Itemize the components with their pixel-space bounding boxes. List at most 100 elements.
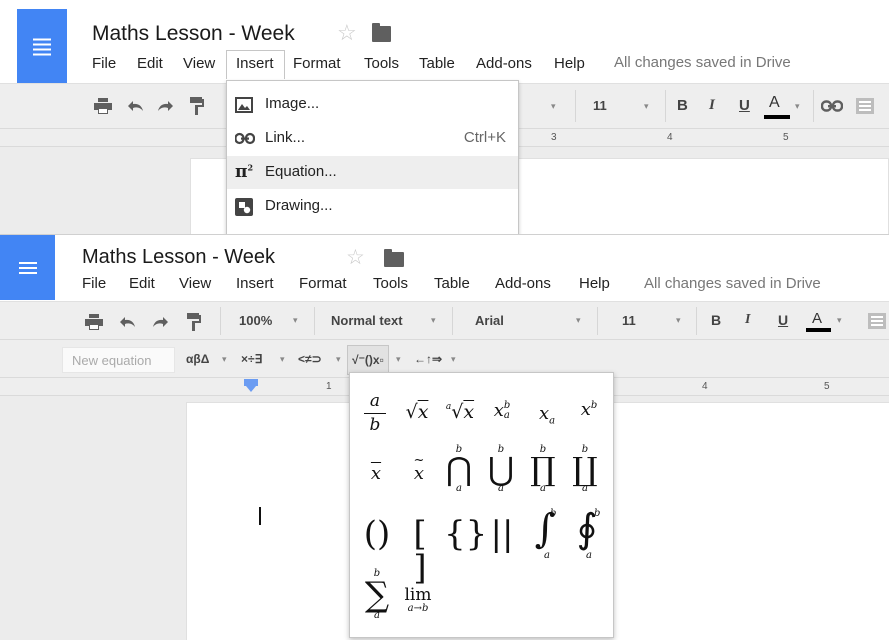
font-size-select[interactable]: 11	[593, 98, 607, 113]
menu-item-drawing[interactable]: Drawing...	[227, 190, 518, 223]
comment-icon[interactable]	[866, 311, 888, 331]
chevron-down-icon[interactable]: ▾	[451, 354, 456, 365]
chevron-down-icon[interactable]: ▾	[676, 315, 681, 326]
menu-table[interactable]: Table	[419, 55, 455, 72]
menu-tools[interactable]: Tools	[364, 55, 399, 72]
zoom-select[interactable]: 100%	[239, 313, 272, 328]
menu-file[interactable]: File	[82, 275, 106, 292]
limit-symbol[interactable]: lim a→b	[400, 587, 436, 614]
math-operators-menu[interactable]: √⁻()x▫	[347, 345, 389, 375]
italic-button[interactable]: I	[709, 97, 715, 114]
bold-button[interactable]: B	[711, 312, 721, 328]
text-color-button[interactable]: A	[769, 94, 780, 112]
chevron-down-icon[interactable]: ▾	[576, 315, 581, 326]
chevron-down-icon[interactable]: ▾	[293, 315, 298, 326]
menu-addons[interactable]: Add-ons	[476, 55, 532, 72]
chevron-down-icon[interactable]: ▾	[396, 354, 401, 365]
print-icon[interactable]	[93, 96, 113, 116]
fraction-symbol[interactable]: a b	[364, 393, 386, 434]
greek-letters-menu[interactable]: αβΔ	[186, 352, 209, 366]
toolbar-divider	[452, 307, 453, 335]
menu-view[interactable]: View	[183, 55, 215, 72]
print-icon[interactable]	[84, 312, 104, 332]
menu-help[interactable]: Help	[579, 275, 610, 292]
indent-marker[interactable]	[244, 379, 258, 386]
relations-menu[interactable]: <≠⊃	[298, 352, 322, 366]
docs-logo-icon[interactable]	[0, 235, 55, 300]
undo-icon[interactable]	[117, 312, 137, 332]
menu-tools[interactable]: Tools	[373, 275, 408, 292]
chevron-down-icon[interactable]: ▾	[431, 315, 436, 326]
big-coproduct-symbol[interactable]: b ∐ a	[570, 445, 600, 494]
menu-table[interactable]: Table	[434, 275, 470, 292]
braces-symbol[interactable]: {}	[444, 517, 487, 551]
chevron-down-icon[interactable]: ▾	[336, 354, 341, 365]
folder-icon[interactable]	[372, 23, 391, 42]
integral-symbol[interactable]: ∫ b a	[528, 509, 562, 561]
arrows-menu[interactable]: ←↑⇒	[414, 352, 442, 366]
menu-edit[interactable]: Edit	[129, 275, 155, 292]
folder-icon[interactable]	[384, 249, 404, 267]
document-title[interactable]: Maths Lesson - Week	[82, 246, 275, 269]
chevron-down-icon[interactable]: ▾	[644, 101, 649, 112]
menu-edit[interactable]: Edit	[137, 55, 163, 72]
chevron-down-icon[interactable]: ▾	[837, 315, 842, 326]
tilde-accent-symbol[interactable]: ~ x	[409, 454, 429, 483]
font-size-select[interactable]: 11	[622, 313, 636, 328]
superscript-symbol[interactable]: xb	[576, 401, 602, 419]
menu-format[interactable]: Format	[299, 275, 347, 292]
comment-icon[interactable]	[854, 95, 876, 117]
brackets-symbol[interactable]: [ ]	[403, 517, 437, 585]
menu-format[interactable]: Format	[293, 55, 341, 72]
paint-format-icon[interactable]	[189, 95, 205, 117]
contour-integral-symbol[interactable]: ∮ b a	[570, 509, 604, 561]
text-color-button[interactable]: A	[812, 310, 822, 327]
menu-view[interactable]: View	[179, 275, 211, 292]
font-select[interactable]: Arial	[475, 313, 504, 328]
new-equation-button[interactable]: New equation	[62, 347, 175, 373]
ruler-number: 3	[551, 132, 557, 143]
menu-file[interactable]: File	[92, 55, 116, 72]
sub-superscript-symbol[interactable]: xba	[488, 401, 516, 421]
menu-item-link[interactable]: Link... Ctrl+K	[227, 122, 518, 155]
subscript-symbol[interactable]: xa	[534, 405, 560, 427]
redo-icon[interactable]	[156, 96, 176, 116]
chevron-down-icon[interactable]: ▾	[280, 354, 285, 365]
bar-accent-symbol[interactable]: x	[366, 465, 386, 483]
parentheses-symbol[interactable]: ()	[360, 517, 394, 551]
indent-marker-arrow[interactable]	[246, 386, 256, 392]
sqrt-symbol[interactable]: √x	[399, 403, 435, 422]
summation-symbol[interactable]: b ∑ a	[360, 569, 394, 621]
chevron-down-icon[interactable]: ▾	[222, 354, 227, 365]
star-icon[interactable]: ☆	[346, 245, 365, 270]
big-intersection-symbol[interactable]: b ⋂ a	[444, 445, 474, 494]
underline-button[interactable]: U	[739, 97, 750, 114]
menu-item-label: Equation...	[265, 163, 337, 180]
document-title[interactable]: Maths Lesson - Week	[92, 22, 295, 46]
menu-insert[interactable]: Insert	[236, 275, 274, 292]
menu-help[interactable]: Help	[554, 55, 585, 72]
bold-button[interactable]: B	[677, 97, 688, 114]
screenshot-insert-menu: Maths Lesson - Week ☆ File Edit View Ins…	[0, 0, 889, 234]
big-product-symbol[interactable]: b ∏ a	[528, 445, 558, 494]
menu-item-equation[interactable]: π2 Equation...	[227, 156, 518, 189]
menu-insert[interactable]: Insert	[236, 55, 274, 72]
redo-icon[interactable]	[151, 312, 171, 332]
star-icon[interactable]: ☆	[337, 20, 357, 46]
math-operators-palette: a b √x a√x xba xa xb x ~ x b ⋂ a b ⋃ a b ∏ a b ∐…	[349, 372, 614, 638]
underline-button[interactable]: U	[778, 312, 788, 328]
paint-format-icon[interactable]	[186, 311, 202, 333]
menu-addons[interactable]: Add-ons	[495, 275, 551, 292]
absolute-value-symbol[interactable]: ||	[488, 517, 516, 551]
big-union-symbol[interactable]: b ⋃ a	[486, 445, 516, 494]
chevron-down-icon[interactable]: ▾	[795, 101, 800, 112]
link-icon[interactable]	[821, 97, 843, 115]
chevron-down-icon[interactable]: ▾	[551, 101, 556, 112]
nth-root-symbol[interactable]: a√x	[442, 403, 478, 422]
italic-button[interactable]: I	[745, 312, 750, 328]
docs-logo-icon[interactable]	[17, 9, 67, 84]
misc-operations-menu[interactable]: ×÷∃	[241, 352, 262, 366]
undo-icon[interactable]	[125, 96, 145, 116]
style-select[interactable]: Normal text	[331, 313, 403, 328]
menu-item-image[interactable]: Image...	[227, 88, 518, 121]
